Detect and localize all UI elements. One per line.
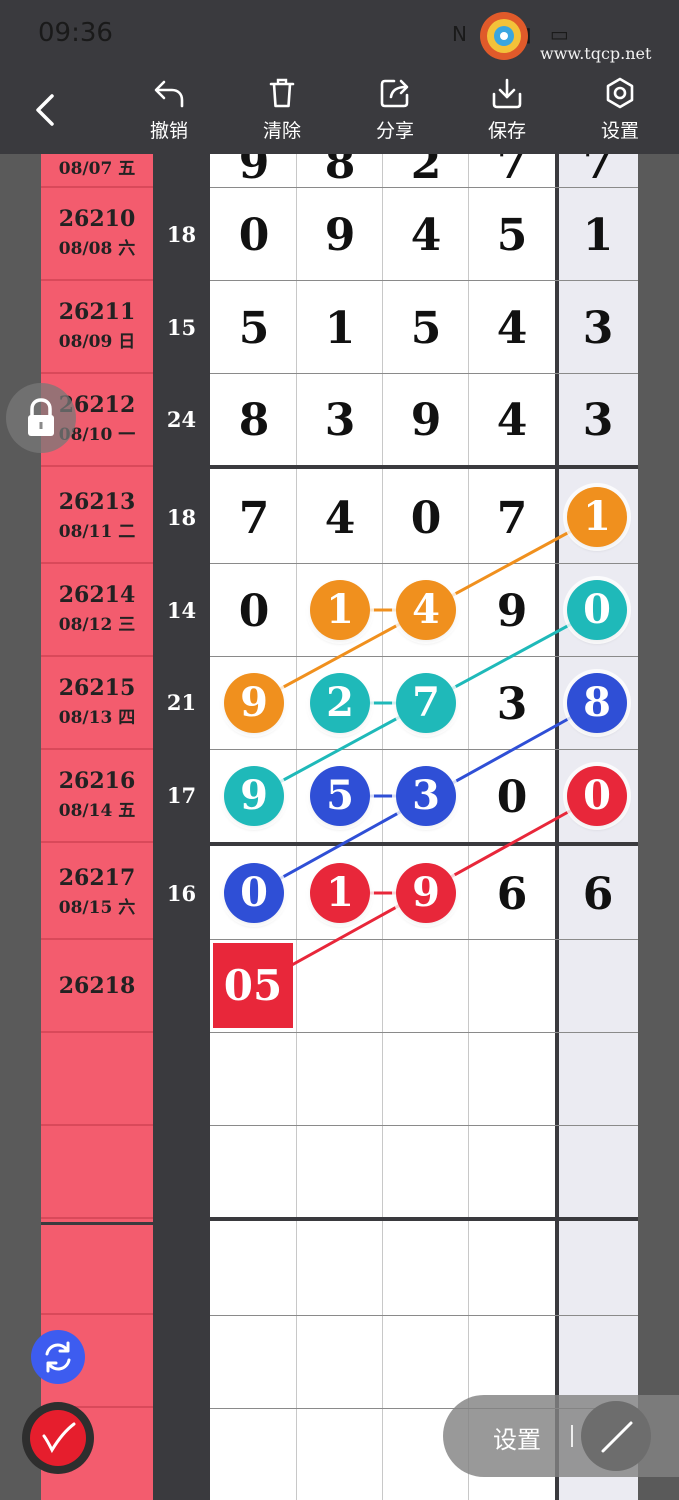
digit-cell: 4 [324, 493, 356, 544]
pen-button-inner [30, 1410, 86, 1466]
undo-label: 撤销 [149, 120, 188, 142]
digit-cell: 3 [324, 395, 356, 446]
digit-ball-blue: 3 [396, 766, 456, 826]
digit-cell: 0 [238, 210, 270, 261]
settings-label: 设置 [600, 120, 639, 142]
digit-ball-red: 1 [310, 863, 370, 923]
digit-cell: 5 [496, 210, 528, 261]
special-cell: 3 [582, 395, 614, 446]
digit-cell: 3 [496, 679, 528, 730]
settings-button[interactable]: 设置 [585, 76, 655, 148]
trash-icon [269, 78, 295, 108]
digit-ball-teal: 9 [224, 766, 284, 826]
floating-panel: 设置 [443, 1395, 679, 1477]
prediction-badge[interactable]: 05 [213, 943, 293, 1028]
share-button[interactable]: 分享 [360, 76, 430, 148]
nfc-icon: N [452, 22, 473, 46]
digit-ball-orange: 1 [310, 580, 370, 640]
digit-cell: 1 [324, 303, 356, 354]
floating-settings-button[interactable]: 设置 [493, 1420, 541, 1455]
undo-icon [154, 80, 184, 108]
digit-cell: 9 [410, 395, 442, 446]
digit-cell: 0 [238, 586, 270, 637]
save-label: 保存 [487, 120, 526, 142]
status-time: 09:36 [38, 18, 113, 48]
clear-button[interactable]: 清除 [247, 76, 317, 148]
digit-cell: 6 [496, 869, 528, 920]
digit-cell: 4 [496, 395, 528, 446]
special-ball-red: 0 [567, 766, 627, 826]
save-button[interactable]: 保存 [472, 76, 542, 148]
digit-cell: 7 [238, 493, 270, 544]
panel-divider [571, 1425, 573, 1447]
line-tool-icon [601, 1421, 633, 1453]
watermark: www.tqcp.net [478, 10, 678, 66]
special-ball-orange: 1 [567, 487, 627, 547]
digit-ball-teal: 7 [396, 673, 456, 733]
clear-label: 清除 [262, 120, 301, 142]
special-cell: 1 [582, 210, 614, 261]
lock-icon [28, 398, 54, 436]
digit-ball-orange: 9 [224, 673, 284, 733]
watermark-logo-icon [480, 12, 528, 60]
digit-cell: 4 [410, 210, 442, 261]
digit-cell: 0 [496, 772, 528, 823]
special-cell: 6 [582, 869, 614, 920]
refresh-icon [45, 1341, 71, 1373]
draw-line-button[interactable] [581, 1401, 651, 1471]
digit-ball-blue: 5 [310, 766, 370, 826]
digit-cell: 4 [496, 303, 528, 354]
digit-cell: 9 [324, 210, 356, 261]
digit-cell: 9 [496, 586, 528, 637]
back-arrow-icon[interactable] [26, 90, 66, 130]
digit-cell: 5 [410, 303, 442, 354]
refresh-button[interactable] [31, 1330, 85, 1384]
pen-scribble-icon [42, 1422, 76, 1454]
share-icon [380, 79, 409, 108]
special-cell: 3 [582, 303, 614, 354]
digit-ball-teal: 2 [310, 673, 370, 733]
digit-cell: 8 [238, 395, 270, 446]
special-ball-blue: 8 [567, 673, 627, 733]
lock-button[interactable] [6, 383, 76, 453]
share-label: 分享 [375, 120, 414, 142]
digit-cell: 7 [496, 493, 528, 544]
toolbar: 撤销 清除 分享 保存 设置 [0, 68, 679, 154]
special-ball-teal: 0 [567, 580, 627, 640]
digit-cell: 5 [238, 303, 270, 354]
digit-ball-blue: 0 [224, 863, 284, 923]
digit-ball-orange: 4 [396, 580, 456, 640]
pen-button[interactable] [22, 1402, 94, 1474]
digit-cell: 0 [410, 493, 442, 544]
download-icon [492, 78, 522, 109]
digit-ball-red: 9 [396, 863, 456, 923]
undo-button[interactable]: 撤销 [134, 76, 204, 148]
gear-icon [606, 77, 634, 109]
watermark-text: www.tqcp.net [540, 44, 652, 63]
